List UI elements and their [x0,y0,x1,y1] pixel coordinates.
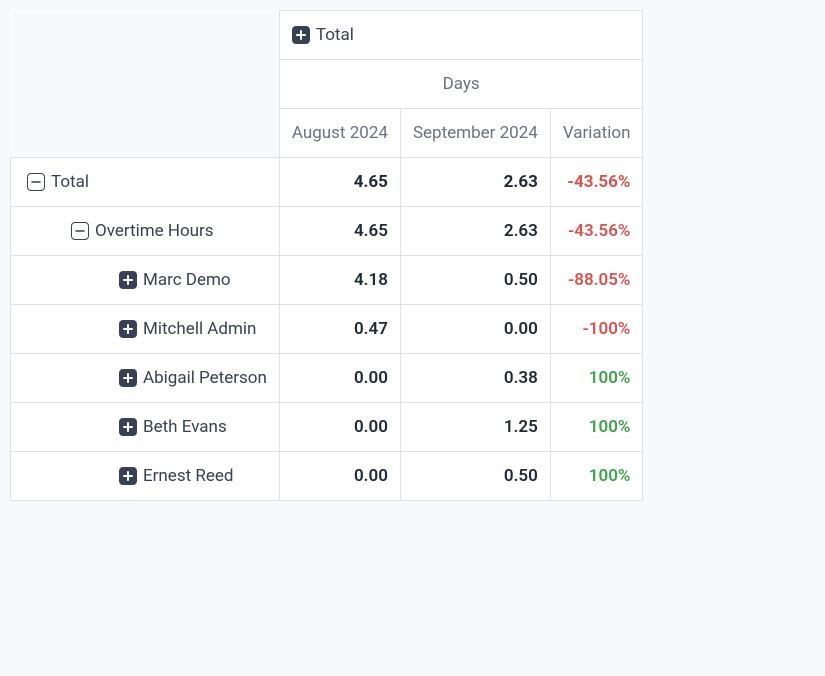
row-label: Abigail Peterson [143,368,267,388]
column-super-header: Days [279,60,643,109]
row-header[interactable]: Beth Evans [11,403,280,452]
plus-icon [119,467,137,485]
cell-value[interactable]: 0.50 [400,256,550,305]
cell-variation[interactable]: -43.56% [550,158,643,207]
cell-value[interactable]: 0.00 [279,354,400,403]
row-label: Beth Evans [143,417,227,437]
row-header[interactable]: Overtime Hours [11,207,280,256]
row-label: Mitchell Admin [143,319,256,339]
column-header-sep[interactable]: September 2024 [400,109,550,158]
plus-icon [119,418,137,436]
cell-variation[interactable]: -43.56% [550,207,643,256]
plus-icon [119,320,137,338]
cell-value[interactable]: 4.65 [279,207,400,256]
pivot-table: Total Days August 2024 September 2024 Va… [10,10,643,501]
cell-value[interactable]: 0.47 [279,305,400,354]
row-header[interactable]: Ernest Reed [11,452,280,501]
pivot-row: Beth Evans 0.001.25100% [11,403,643,452]
cell-variation[interactable]: 100% [550,452,643,501]
header-stub [11,109,280,158]
cell-variation[interactable]: 100% [550,403,643,452]
row-label: Overtime Hours [95,221,214,241]
pivot-row: Ernest Reed 0.000.50100% [11,452,643,501]
row-header[interactable]: Total [11,158,280,207]
cell-variation[interactable]: -100% [550,305,643,354]
minus-icon [71,222,89,240]
pivot-row: Abigail Peterson 0.000.38100% [11,354,643,403]
header-stub [11,60,280,109]
plus-icon [119,369,137,387]
cell-variation[interactable]: -88.05% [550,256,643,305]
cell-value[interactable]: 4.65 [279,158,400,207]
column-header-variation[interactable]: Variation [550,109,643,158]
plus-icon [119,271,137,289]
cell-value[interactable]: 4.18 [279,256,400,305]
cell-value[interactable]: 1.25 [400,403,550,452]
cell-value[interactable]: 2.63 [400,207,550,256]
column-group-label: Total [316,25,354,45]
cell-variation[interactable]: 100% [550,354,643,403]
cell-value[interactable]: 0.00 [279,403,400,452]
pivot-row: Mitchell Admin 0.470.00-100% [11,305,643,354]
pivot-row: Overtime Hours 4.652.63-43.56% [11,207,643,256]
minus-icon [27,173,45,191]
pivot-row: Total 4.652.63-43.56% [11,158,643,207]
cell-value[interactable]: 0.00 [279,452,400,501]
row-label: Marc Demo [143,270,231,290]
cell-value[interactable]: 2.63 [400,158,550,207]
row-header[interactable]: Marc Demo [11,256,280,305]
row-header[interactable]: Mitchell Admin [11,305,280,354]
cell-value[interactable]: 0.50 [400,452,550,501]
cell-value[interactable]: 0.00 [400,305,550,354]
row-label: Total [51,172,89,192]
column-header-aug[interactable]: August 2024 [279,109,400,158]
plus-icon [292,26,310,44]
header-stub [11,11,280,60]
pivot-row: Marc Demo 4.180.50-88.05% [11,256,643,305]
column-group-total[interactable]: Total [279,11,643,60]
row-header[interactable]: Abigail Peterson [11,354,280,403]
cell-value[interactable]: 0.38 [400,354,550,403]
row-label: Ernest Reed [143,466,233,486]
